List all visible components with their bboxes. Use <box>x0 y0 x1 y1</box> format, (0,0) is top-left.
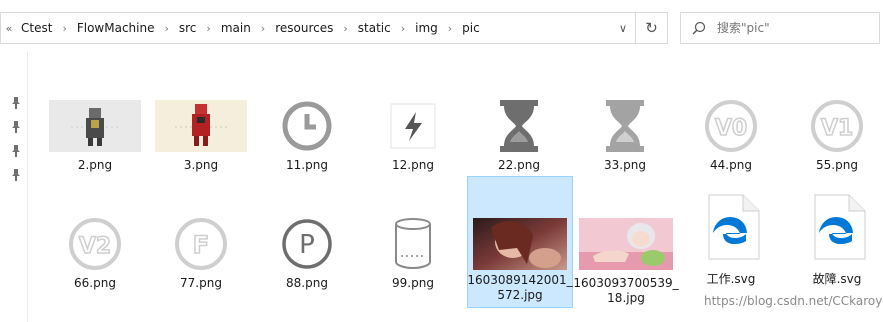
file-name: 99.png <box>392 276 434 290</box>
chevron-right-icon[interactable]: › <box>395 22 411 35</box>
file-item[interactable]: 12.png <box>360 96 466 173</box>
chevron-right-icon[interactable]: › <box>442 22 458 35</box>
v2-badge-icon: V2 <box>47 214 143 274</box>
p-badge-icon: P <box>259 214 355 274</box>
navigation-pane <box>0 52 28 322</box>
file-item[interactable]: F 77.png <box>148 214 254 291</box>
search-icon <box>681 21 717 35</box>
lightning-icon <box>365 96 461 156</box>
breadcrumb-item[interactable]: FlowMachine <box>73 21 159 35</box>
v1-badge-icon: V1 <box>789 96 883 156</box>
breadcrumb: Ctest › FlowMachine › src › main › resou… <box>17 13 635 43</box>
file-name: 22.png <box>498 158 540 172</box>
badge-text: F <box>193 231 209 259</box>
file-item[interactable]: 33.png <box>572 96 678 173</box>
breadcrumb-item[interactable]: pic <box>458 21 484 35</box>
chevron-right-icon[interactable]: › <box>255 22 271 35</box>
file-name: 44.png <box>710 158 752 172</box>
address-dropdown-icon[interactable]: ∨ <box>609 13 637 43</box>
file-item[interactable]: 2.png <box>42 96 148 173</box>
edge-svg-file-icon <box>683 184 779 270</box>
file-name: 88.png <box>286 276 328 290</box>
badge-text: V1 <box>821 116 853 141</box>
pin-icon[interactable] <box>11 169 21 181</box>
file-item[interactable]: 故障.svg <box>784 184 883 287</box>
breadcrumb-item[interactable]: src <box>175 21 201 35</box>
file-item[interactable]: 3.png <box>148 96 254 173</box>
refresh-button[interactable]: ↻ <box>636 12 668 44</box>
file-name: 工作.svg <box>706 272 756 286</box>
chevron-right-icon[interactable]: › <box>337 22 353 35</box>
file-item-selected[interactable]: 1603089142001_572.jpg <box>467 176 573 308</box>
file-name: 33.png <box>604 158 646 172</box>
file-item[interactable]: 22.png <box>466 96 572 173</box>
breadcrumb-item[interactable]: main <box>217 21 255 35</box>
file-item[interactable]: V0 44.png <box>678 96 784 173</box>
file-item[interactable]: 工作.svg <box>678 184 784 287</box>
file-item[interactable]: V2 66.png <box>42 214 148 291</box>
file-name: 77.png <box>180 276 222 290</box>
address-overflow-icon[interactable]: « <box>1 22 17 35</box>
file-item[interactable]: V1 55.png <box>784 96 883 173</box>
breadcrumb-item[interactable]: static <box>354 21 395 35</box>
chevron-right-icon[interactable]: › <box>56 22 72 35</box>
file-item[interactable]: 99.png <box>360 214 466 291</box>
breadcrumb-item[interactable]: resources <box>271 21 337 35</box>
clock-icon <box>259 96 355 156</box>
file-name: 66.png <box>74 276 116 290</box>
anime-photo-thumbnail-icon <box>472 217 568 271</box>
file-name: 3.png <box>183 158 219 172</box>
hourglass-gray-icon <box>577 96 673 156</box>
file-item[interactable]: P 88.png <box>254 214 360 291</box>
search-input[interactable] <box>717 21 867 35</box>
badge-text: V0 <box>715 116 747 141</box>
file-name: 1603093700539_18.jpg <box>573 276 679 305</box>
breadcrumb-item[interactable]: Ctest <box>17 21 56 35</box>
cylinder-icon <box>365 214 461 274</box>
file-name: 55.png <box>816 158 858 172</box>
file-name: 故障.svg <box>812 272 862 286</box>
address-bar[interactable]: « Ctest › FlowMachine › src › main › res… <box>0 12 636 44</box>
chevron-right-icon[interactable]: › <box>200 22 216 35</box>
badge-text: V2 <box>79 234 111 259</box>
search-box[interactable] <box>680 12 880 44</box>
robot-red-thumbnail-icon <box>153 96 249 156</box>
file-name: 11.png <box>286 158 328 172</box>
refresh-icon: ↻ <box>645 19 658 37</box>
v0-badge-icon: V0 <box>683 96 779 156</box>
file-name: 1603089142001_572.jpg <box>467 273 573 302</box>
file-name: 12.png <box>392 158 434 172</box>
hourglass-dark-icon <box>471 96 567 156</box>
anime-photo-pink-thumbnail-icon <box>578 214 674 274</box>
file-item[interactable]: 11.png <box>254 96 360 173</box>
robot-thumbnail-icon <box>47 96 143 156</box>
f-badge-icon: F <box>153 214 249 274</box>
badge-text: P <box>299 230 315 260</box>
watermark-text: https://blog.csdn.net/CCkaroy <box>704 294 883 308</box>
pin-icon[interactable] <box>11 145 21 157</box>
pin-icon[interactable] <box>11 97 21 109</box>
breadcrumb-item[interactable]: img <box>411 21 442 35</box>
file-name: 2.png <box>77 158 113 172</box>
file-item[interactable]: 1603093700539_18.jpg <box>573 214 679 306</box>
chevron-right-icon[interactable]: › <box>158 22 174 35</box>
pin-icon[interactable] <box>11 121 21 133</box>
edge-svg-file-icon <box>789 184 883 270</box>
